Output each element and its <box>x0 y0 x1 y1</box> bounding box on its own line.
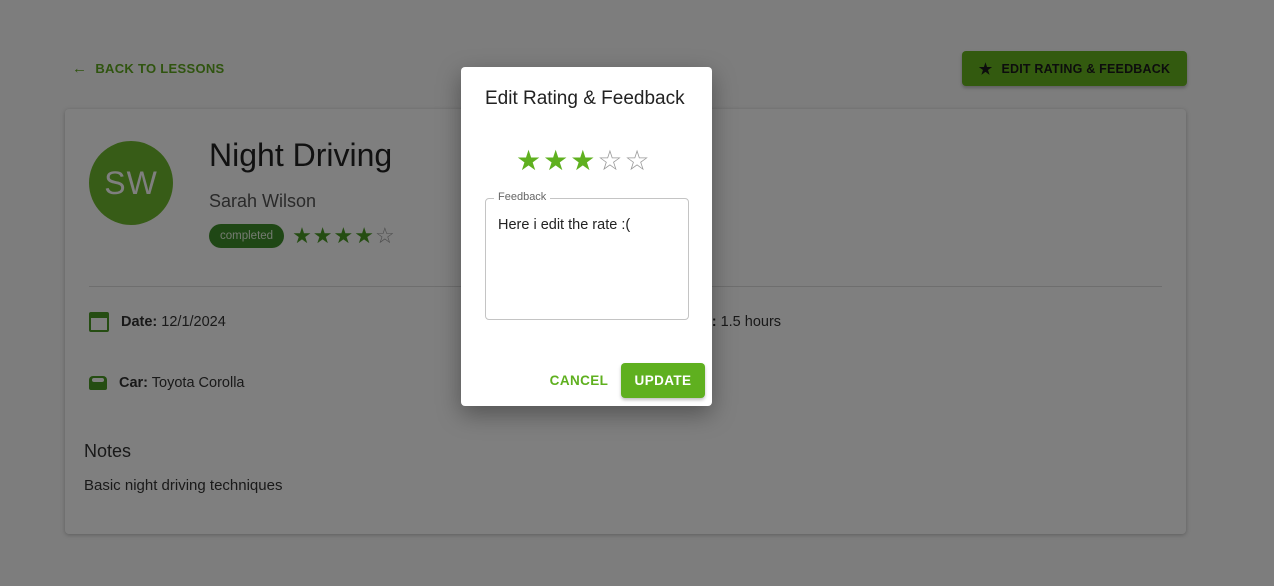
dialog-rating-star-3-icon[interactable]: ★ <box>570 145 597 176</box>
update-button[interactable]: UPDATE <box>621 363 705 398</box>
feedback-textarea[interactable]: Here i edit the rate :( <box>498 217 678 233</box>
dialog-title: Edit Rating & Feedback <box>485 88 685 109</box>
edit-rating-dialog: Edit Rating & Feedback ★★★☆☆ Feedback He… <box>461 67 712 406</box>
feedback-label: Feedback <box>494 191 551 203</box>
feedback-field[interactable]: Feedback Here i edit the rate :( <box>485 191 689 320</box>
dialog-rating-star-5-icon[interactable]: ☆ <box>624 145 651 176</box>
dialog-rating-star-1-icon[interactable]: ★ <box>516 145 543 176</box>
rating-input-stars: ★★★☆☆ <box>516 144 652 177</box>
dialog-rating-star-2-icon[interactable]: ★ <box>543 145 570 176</box>
dialog-rating-star-4-icon[interactable]: ☆ <box>597 145 624 176</box>
cancel-button[interactable]: CANCEL <box>543 363 615 397</box>
